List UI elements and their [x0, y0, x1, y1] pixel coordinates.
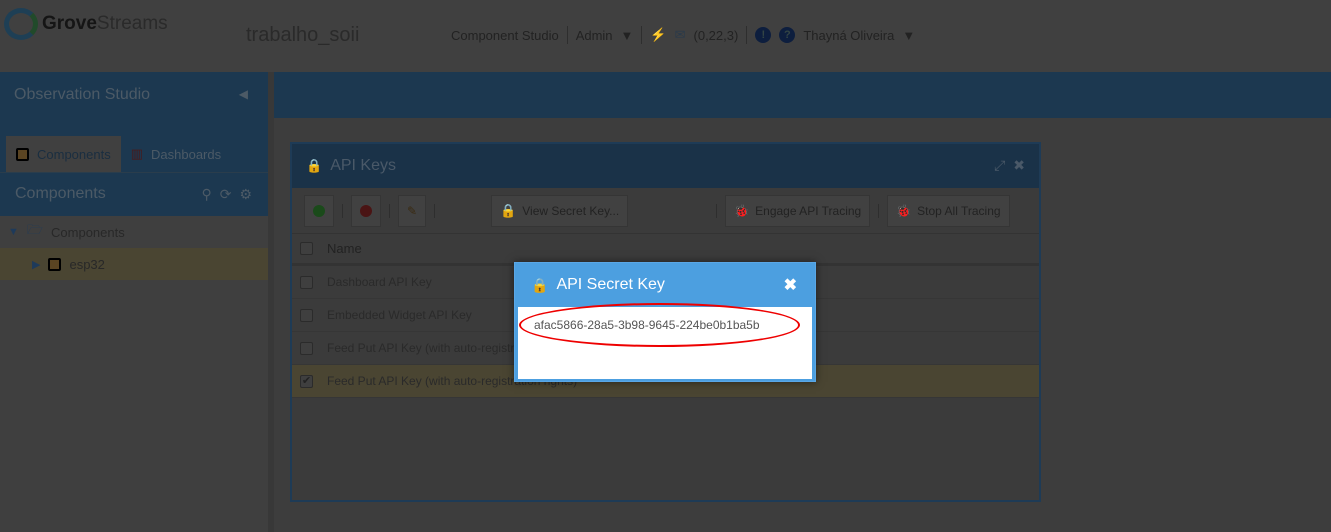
tab-label: Components	[37, 146, 111, 162]
splitter[interactable]	[268, 72, 274, 532]
dialog-body: afac5866-28a5-3b98-9645-224be0b1ba5b	[518, 303, 812, 379]
admin-menu[interactable]: Admin	[576, 28, 613, 43]
dialog-header[interactable]: 🔒 API Secret Key ✖	[515, 263, 815, 307]
plus-icon	[313, 204, 325, 217]
search-icon[interactable]: ⚲	[201, 186, 211, 203]
divider	[716, 203, 718, 218]
divider	[566, 26, 568, 44]
row-name: Embedded Widget API Key	[327, 308, 472, 322]
button-label: Engage API Tracing	[755, 203, 862, 218]
tree-label: esp32	[69, 256, 105, 272]
top-nav: Component Studio Admin ▼ ⚡ ✉ (0,22,3) ! ?…	[451, 26, 915, 44]
gear-icon[interactable]: ⚙	[239, 186, 252, 203]
user-menu[interactable]: Thayná Oliveira	[803, 28, 894, 43]
divider	[434, 203, 436, 218]
alert-icon[interactable]: !	[755, 27, 772, 43]
folder-icon: 🗁	[26, 222, 44, 237]
stop-all-tracing-button[interactable]: 🐞 Stop All Tracing	[887, 194, 1010, 227]
caret-right-icon[interactable]: ▶	[32, 258, 40, 271]
select-all-checkbox[interactable]	[300, 242, 313, 255]
refresh-icon[interactable]: ⟳	[220, 186, 232, 203]
main-header-bar	[274, 72, 1331, 118]
minus-icon	[360, 204, 372, 217]
chart-icon: ▥	[130, 146, 144, 161]
notification-counts[interactable]: (0,22,3)	[694, 28, 739, 43]
divider	[746, 26, 748, 44]
sidebar-tabs: Components ▥ Dashboards	[0, 122, 268, 172]
user-edit-icon: ✎	[407, 203, 418, 218]
add-button[interactable]	[304, 194, 334, 227]
window-title: API Keys	[330, 157, 396, 174]
logo-text-sub: Streams	[96, 13, 168, 34]
secret-key-value[interactable]: afac5866-28a5-3b98-9645-224be0b1ba5b	[534, 318, 760, 332]
column-name[interactable]: Name	[327, 241, 362, 256]
bug-stop-icon: 🐞	[896, 203, 912, 218]
row-checkbox[interactable]	[300, 308, 313, 322]
logo-icon	[4, 8, 38, 40]
tab-components[interactable]: Components	[6, 136, 121, 172]
grovestreams-logo[interactable]: GroveStreams	[4, 8, 168, 40]
component-studio-link[interactable]: Component Studio	[451, 28, 559, 43]
divider	[342, 203, 343, 218]
tree-item-components[interactable]: ▼ 🗁 Components	[0, 216, 268, 248]
lightning-icon[interactable]: ⚡	[650, 27, 666, 43]
sidebar: Observation Studio ◀ Components ▥ Dashboar…	[0, 72, 268, 532]
tree-item-esp32[interactable]: ▶ esp32	[0, 248, 268, 280]
chevron-down-icon[interactable]: ▼	[621, 28, 634, 43]
sidebar-title-text: Observation Studio	[14, 86, 151, 103]
lock-icon: 🔒	[531, 276, 549, 293]
edit-button[interactable]: ✎	[398, 194, 427, 227]
close-icon[interactable]: ✖	[784, 275, 797, 295]
lock-icon: 🔒	[306, 158, 323, 173]
row-name: Dashboard API Key	[327, 275, 432, 289]
chip-icon	[48, 257, 62, 271]
engage-api-tracing-button[interactable]: 🐞 Engage API Tracing	[725, 194, 871, 227]
sidebar-title: Observation Studio ◀	[0, 72, 268, 122]
delete-button[interactable]	[351, 194, 381, 227]
bug-icon: 🐞	[734, 203, 750, 218]
button-label: Stop All Tracing	[917, 203, 1001, 218]
collapse-icon[interactable]: ◀	[239, 87, 248, 101]
chip-icon	[16, 147, 29, 161]
row-checkbox[interactable]	[300, 275, 313, 289]
chevron-down-icon[interactable]: ▼	[902, 28, 915, 43]
divider	[641, 26, 643, 44]
caret-down-icon[interactable]: ▼	[8, 226, 19, 238]
button-label: View Secret Key...	[522, 203, 620, 218]
help-icon[interactable]: ?	[779, 27, 796, 43]
api-secret-key-dialog: 🔒 API Secret Key ✖ afac5866-28a5-3b98-9645…	[514, 262, 816, 382]
tree-label: Components	[51, 224, 125, 240]
tab-dashboards[interactable]: ▥ Dashboards	[121, 136, 231, 172]
lock-icon: 🔒	[500, 202, 517, 218]
row-checkbox-checked[interactable]: ✔	[300, 374, 313, 388]
dialog-title: API Secret Key	[556, 276, 665, 293]
maximize-icon[interactable]: ⤢	[994, 157, 1005, 174]
view-secret-key-button[interactable]: 🔒 View Secret Key...	[491, 194, 629, 227]
mail-icon[interactable]: ✉	[675, 27, 686, 43]
divider	[878, 203, 880, 218]
components-section-header: Components ⚲ ⟳ ⚙	[0, 172, 268, 216]
tab-label: Dashboards	[151, 146, 222, 162]
project-name: trabalho_soii	[246, 24, 360, 46]
window-toolbar: ✎ 🔒 View Secret Key... 🐞 Engage API Tracin…	[292, 188, 1039, 234]
section-title: Components	[15, 185, 106, 202]
close-icon[interactable]: ✖	[1013, 157, 1025, 174]
window-header[interactable]: 🔒 API Keys ⤢ ✖	[292, 144, 1039, 188]
top-header: GroveStreams trabalho_soii Component Stu…	[0, 0, 1331, 72]
logo-text-main: Grove	[42, 13, 97, 34]
row-checkbox[interactable]	[300, 341, 313, 355]
divider	[389, 203, 390, 218]
